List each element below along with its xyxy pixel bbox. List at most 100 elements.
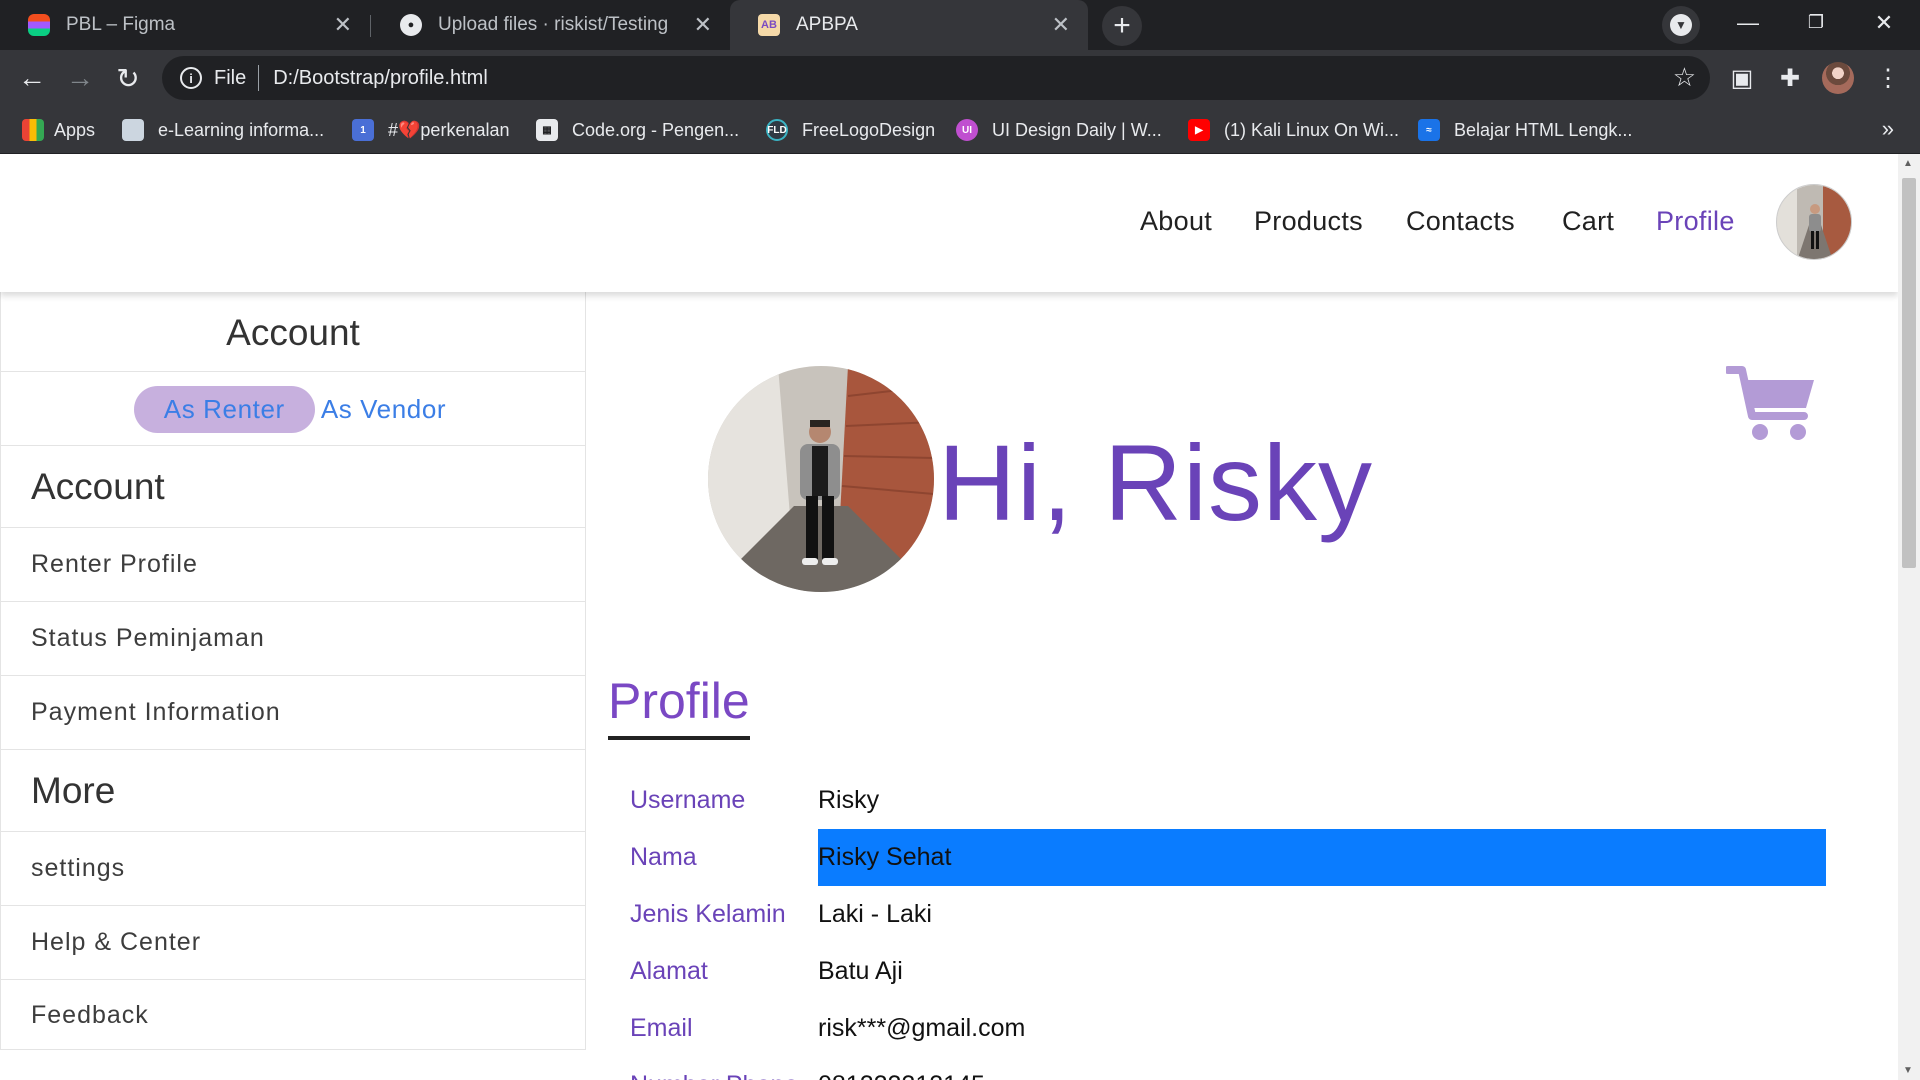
bookmark-label: Belajar HTML Lengk... — [1454, 119, 1633, 140]
window-close-button[interactable]: ✕ — [1854, 0, 1914, 45]
account-sidebar: Account As Renter As Vendor Account Rent… — [0, 292, 586, 1050]
profile-photo — [708, 366, 934, 592]
sidebar-item-feedback[interactable]: Feedback — [1, 980, 585, 1050]
nav-link-products[interactable]: Products — [1254, 206, 1363, 237]
role-toggle: As Renter As Vendor — [1, 372, 585, 446]
browser-tab-strip: PBL – Figma ✕ ● Upload files · riskist/T… — [0, 0, 1920, 50]
browser-profile-avatar[interactable] — [1822, 62, 1854, 94]
scroll-down-arrow-icon[interactable]: ▼ — [1903, 1065, 1913, 1076]
bookmark-label: Apps — [54, 119, 96, 140]
profile-section-title: Profile — [608, 672, 750, 740]
as-vendor-button[interactable]: As Vendor — [315, 386, 452, 433]
tab-search-button[interactable]: ▼ — [1662, 6, 1700, 44]
scroll-up-arrow-icon[interactable]: ▲ — [1903, 158, 1913, 169]
sidebar-item-renter-profile[interactable]: Renter Profile — [1, 528, 585, 602]
tab-title: APBPA — [796, 14, 858, 35]
bookmark-perkenalan[interactable]: 1 #💔perkenalan — [352, 106, 510, 154]
field-value: Batu Aji — [818, 957, 903, 985]
bookmark-uidesigndaily[interactable]: UI UI Design Daily | W... — [956, 106, 1162, 154]
calendar-icon: 1 — [352, 119, 374, 141]
sidebar-section-account: Account — [1, 446, 585, 528]
ui-design-daily-icon: UI — [956, 119, 978, 141]
close-icon[interactable]: ✕ — [1052, 12, 1070, 38]
tab-separator — [370, 15, 371, 37]
reload-button[interactable]: ↻ — [108, 58, 148, 98]
back-button[interactable]: ← — [12, 58, 52, 98]
field-label: Number Phone — [608, 1071, 818, 1080]
reload-icon: ↻ — [116, 62, 140, 94]
address-bar[interactable]: i File D:/Bootstrap/profile.html ☆ — [162, 56, 1710, 100]
bookmarks-more-button[interactable]: » — [1882, 116, 1894, 142]
tab-title: PBL – Figma — [66, 14, 176, 35]
bookmark-codeorg[interactable]: ▦ Code.org - Pengen... — [536, 106, 739, 154]
user-avatar-photo — [1777, 185, 1851, 259]
menu-kebab-icon[interactable]: ⋮ — [1870, 60, 1906, 96]
profile-row-username: Username Risky — [608, 772, 1878, 829]
github-icon: ● — [400, 14, 422, 36]
field-label: Username — [630, 786, 746, 814]
close-icon[interactable]: ✕ — [694, 12, 712, 38]
chevron-down-icon: ▼ — [1670, 14, 1692, 36]
info-icon[interactable]: i — [180, 67, 202, 89]
nav-link-about[interactable]: About — [1140, 206, 1212, 237]
profile-row-number-phone: Number Phone 081222212145 — [608, 1057, 1878, 1080]
bookmark-label: FreeLogoDesign — [802, 119, 936, 140]
tab-github[interactable]: ● Upload files · riskist/Testing ✕ — [372, 0, 730, 50]
cart-icon-graphic — [1724, 366, 1814, 440]
greeting-heading: Hi, Risky — [938, 422, 1373, 543]
as-renter-button[interactable]: As Renter — [133, 385, 315, 433]
code-org-icon: ▦ — [536, 119, 558, 141]
profile-photo-image — [708, 366, 934, 592]
bookmark-belajarhtml[interactable]: ≈ Belajar HTML Lengk... — [1418, 106, 1632, 154]
web-page: About Products Contacts Cart Profile Acc… — [0, 154, 1898, 1080]
reading-mode-icon[interactable]: ▣ — [1724, 60, 1760, 96]
field-value: risk***@gmail.com — [818, 1014, 1026, 1042]
field-value: Laki - Laki — [818, 900, 932, 928]
field-value: Risky — [818, 786, 880, 814]
tab-apbpa[interactable]: AB APBPA ✕ — [730, 0, 1088, 50]
extensions-icon[interactable]: ✚ — [1772, 60, 1808, 96]
bookmark-freelogodesign[interactable]: FLD FreeLogoDesign — [766, 106, 935, 154]
belajar-html-icon: ≈ — [1418, 119, 1440, 141]
bookmarks-bar: Apps e-Learning informa... 1 #💔perkenala… — [0, 106, 1920, 154]
field-label: Email — [630, 1014, 693, 1042]
close-icon[interactable]: ✕ — [334, 12, 352, 38]
field-label: Jenis Kelamin — [630, 900, 786, 928]
bookmark-youtube[interactable]: ▶ (1) Kali Linux On Wi... — [1188, 106, 1399, 154]
cart-icon[interactable] — [1724, 364, 1818, 449]
sidebar-item-payment-information[interactable]: Payment Information — [1, 676, 585, 750]
page-scrollbar[interactable]: ▲ ▼ — [1898, 154, 1920, 1080]
sidebar-item-settings[interactable]: settings — [1, 832, 585, 906]
tab-figma[interactable]: PBL – Figma ✕ — [0, 0, 370, 50]
profile-main: Hi, Risky Profile Username Risky Nama Ri… — [586, 292, 1898, 1080]
sidebar-item-status-peminjaman[interactable]: Status Peminjaman — [1, 602, 585, 676]
new-tab-button[interactable]: + — [1102, 6, 1142, 46]
field-label: Nama — [630, 843, 697, 871]
tab-title: Upload files · riskist/Testing — [438, 14, 669, 35]
scrollbar-thumb[interactable] — [1902, 178, 1916, 568]
nav-link-cart[interactable]: Cart — [1562, 206, 1614, 237]
arrow-right-icon: → — [66, 62, 94, 93]
minimize-button[interactable]: — — [1718, 0, 1778, 45]
bookmark-label: UI Design Daily | W... — [992, 119, 1162, 140]
user-avatar[interactable] — [1776, 184, 1852, 260]
site-navbar: About Products Contacts Cart Profile — [0, 154, 1898, 292]
restore-button[interactable]: ❐ — [1786, 0, 1846, 45]
browser-toolbar: ← → ↻ i File D:/Bootstrap/profile.html ☆… — [0, 50, 1920, 106]
star-icon[interactable]: ☆ — [1673, 62, 1696, 93]
sidebar-item-help-center[interactable]: Help & Center — [1, 906, 585, 980]
field-value-selected: Risky Sehat — [818, 829, 1826, 886]
field-label: Alamat — [630, 957, 708, 985]
bookmark-apps[interactable]: Apps — [22, 106, 95, 154]
bookmark-label: #💔perkenalan — [388, 119, 510, 140]
address-divider — [258, 65, 260, 91]
apbpa-icon: AB — [758, 14, 780, 36]
nav-link-contacts[interactable]: Contacts — [1406, 206, 1515, 237]
freelogodesign-icon: FLD — [766, 119, 788, 141]
nav-link-profile[interactable]: Profile — [1656, 206, 1735, 237]
forward-button[interactable]: → — [60, 58, 100, 98]
bookmark-elearning[interactable]: e-Learning informa... — [122, 106, 324, 154]
arrow-left-icon: ← — [18, 62, 46, 93]
profile-row-jenis-kelamin: Jenis Kelamin Laki - Laki — [608, 886, 1878, 943]
address-scheme: File — [214, 66, 247, 89]
